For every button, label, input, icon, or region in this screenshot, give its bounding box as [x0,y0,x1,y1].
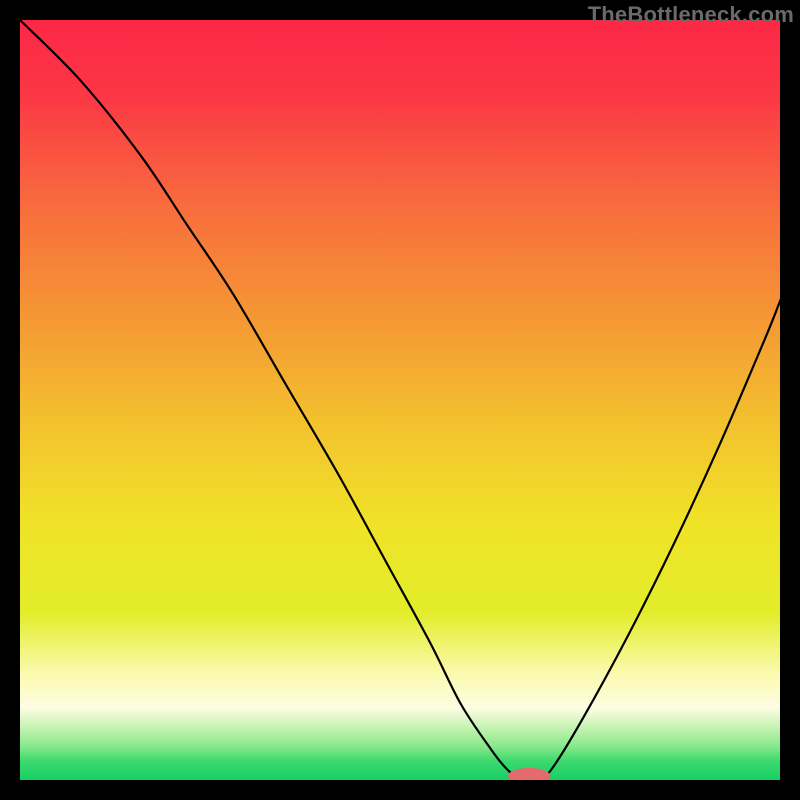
chart-frame: TheBottleneck.com [0,0,800,800]
plot-area [20,20,780,780]
watermark-text: TheBottleneck.com [588,2,794,28]
bottleneck-chart [20,20,780,780]
gradient-background [20,20,780,780]
